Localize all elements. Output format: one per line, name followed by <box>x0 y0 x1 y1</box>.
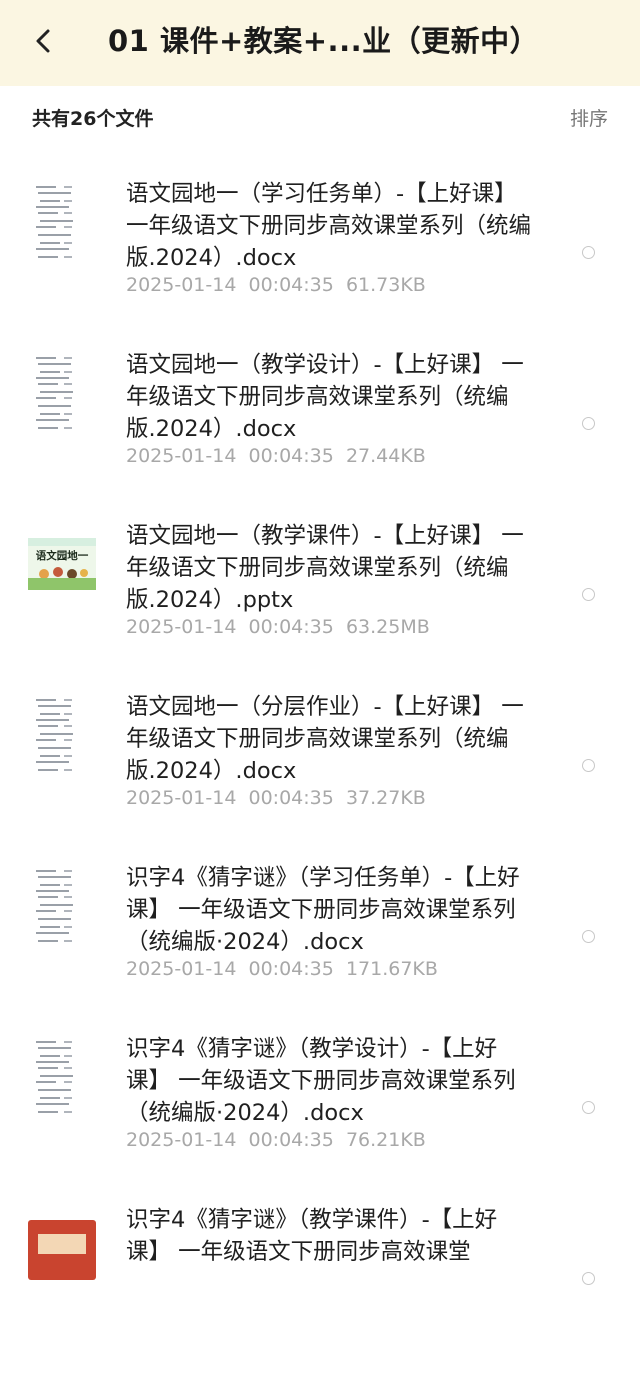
file-list-item[interactable]: 语文园地一 语文园地一（教学课件）-【上好课】 一年级语文下册同步高效课堂系列（… <box>0 520 640 691</box>
docx-thumbnail <box>28 862 96 954</box>
file-list: 语文园地一（学习任务单）-【上好课】 一年级语文下册同步高效课堂系列（统编版.2… <box>0 146 640 1375</box>
pptx-thumbnail: 语文园地一 <box>28 520 96 612</box>
select-radio[interactable] <box>582 1272 595 1285</box>
file-list-item[interactable]: 语文园地一（教学设计）-【上好课】 一年级语文下册同步高效课堂系列（统编版.20… <box>0 349 640 520</box>
select-radio[interactable] <box>582 588 595 601</box>
pptx-thumbnail <box>28 1204 96 1296</box>
file-name: 语文园地一（分层作业）-【上好课】 一年级语文下册同步高效课堂系列（统编版.20… <box>126 694 524 784</box>
file-size: 61.73KB <box>345 274 426 296</box>
svg-text:语文园地一: 语文园地一 <box>36 549 89 562</box>
file-list-item[interactable]: 语文园地一（分层作业）-【上好课】 一年级语文下册同步高效课堂系列（统编版.20… <box>0 691 640 862</box>
file-name: 语文园地一（教学课件）-【上好课】 一年级语文下册同步高效课堂系列（统编版.20… <box>126 523 524 613</box>
file-name: 识字4《猜字谜》（教学设计）-【上好课】 一年级语文下册同步高效课堂系列（统编版… <box>126 1036 516 1126</box>
sort-button[interactable]: 排序 <box>570 104 608 131</box>
list-toolbar: 共有26个文件 排序 <box>0 86 640 146</box>
file-size: 63.25MB <box>345 616 430 638</box>
docx-thumbnail <box>28 349 96 441</box>
file-size: 37.27KB <box>345 787 426 809</box>
file-list-item[interactable]: 识字4《猜字谜》（教学课件）-【上好课】 一年级语文下册同步高效课堂 <box>0 1204 640 1375</box>
file-list-item[interactable]: 语文园地一（学习任务单）-【上好课】 一年级语文下册同步高效课堂系列（统编版.2… <box>0 178 640 349</box>
file-date: 2025-01-14 00:04:35 <box>126 274 334 296</box>
file-date: 2025-01-14 00:04:35 <box>126 616 334 638</box>
file-count: 共有26个文件 <box>32 108 154 130</box>
back-button[interactable] <box>26 24 60 58</box>
file-date: 2025-01-14 00:04:35 <box>126 1129 334 1151</box>
file-meta: 2025-01-14 00:04:35 27.44KB <box>126 445 426 467</box>
file-list-item[interactable]: 识字4《猜字谜》（学习任务单）-【上好课】 一年级语文下册同步高效课堂系列（统编… <box>0 862 640 1033</box>
file-meta: 2025-01-14 00:04:35 76.21KB <box>126 1129 426 1151</box>
select-radio[interactable] <box>582 759 595 772</box>
select-radio[interactable] <box>582 1101 595 1114</box>
select-radio[interactable] <box>582 930 595 943</box>
docx-thumbnail <box>28 178 96 270</box>
file-name: 语文园地一（学习任务单）-【上好课】 一年级语文下册同步高效课堂系列（统编版.2… <box>126 181 532 271</box>
file-date: 2025-01-14 00:04:35 <box>126 445 334 467</box>
file-meta: 2025-01-14 00:04:35 63.25MB <box>126 616 430 638</box>
file-meta: 2025-01-14 00:04:35 37.27KB <box>126 787 426 809</box>
file-name: 语文园地一（教学设计）-【上好课】 一年级语文下册同步高效课堂系列（统编版.20… <box>126 352 524 442</box>
docx-thumbnail <box>28 691 96 783</box>
file-date: 2025-01-14 00:04:35 <box>126 958 334 980</box>
file-size: 171.67KB <box>345 958 438 980</box>
file-meta: 2025-01-14 00:04:35 61.73KB <box>126 274 426 296</box>
file-date: 2025-01-14 00:04:35 <box>126 787 334 809</box>
file-name: 识字4《猜字谜》（教学课件）-【上好课】 一年级语文下册同步高效课堂 <box>126 1207 498 1265</box>
file-size: 27.44KB <box>345 445 426 467</box>
file-meta: 2025-01-14 00:04:35 171.67KB <box>126 958 438 980</box>
select-radio[interactable] <box>582 246 595 259</box>
file-size: 76.21KB <box>345 1129 426 1151</box>
docx-thumbnail <box>28 1033 96 1125</box>
file-list-item[interactable]: 识字4《猜字谜》（教学设计）-【上好课】 一年级语文下册同步高效课堂系列（统编版… <box>0 1033 640 1204</box>
page-title: 01 课件+教案+...业（更新中） <box>108 24 540 58</box>
header-bar: 01 课件+教案+...业（更新中） <box>0 0 640 86</box>
select-radio[interactable] <box>582 417 595 430</box>
chevron-left-icon <box>36 29 50 53</box>
file-name: 识字4《猜字谜》（学习任务单）-【上好课】 一年级语文下册同步高效课堂系列（统编… <box>126 865 520 955</box>
